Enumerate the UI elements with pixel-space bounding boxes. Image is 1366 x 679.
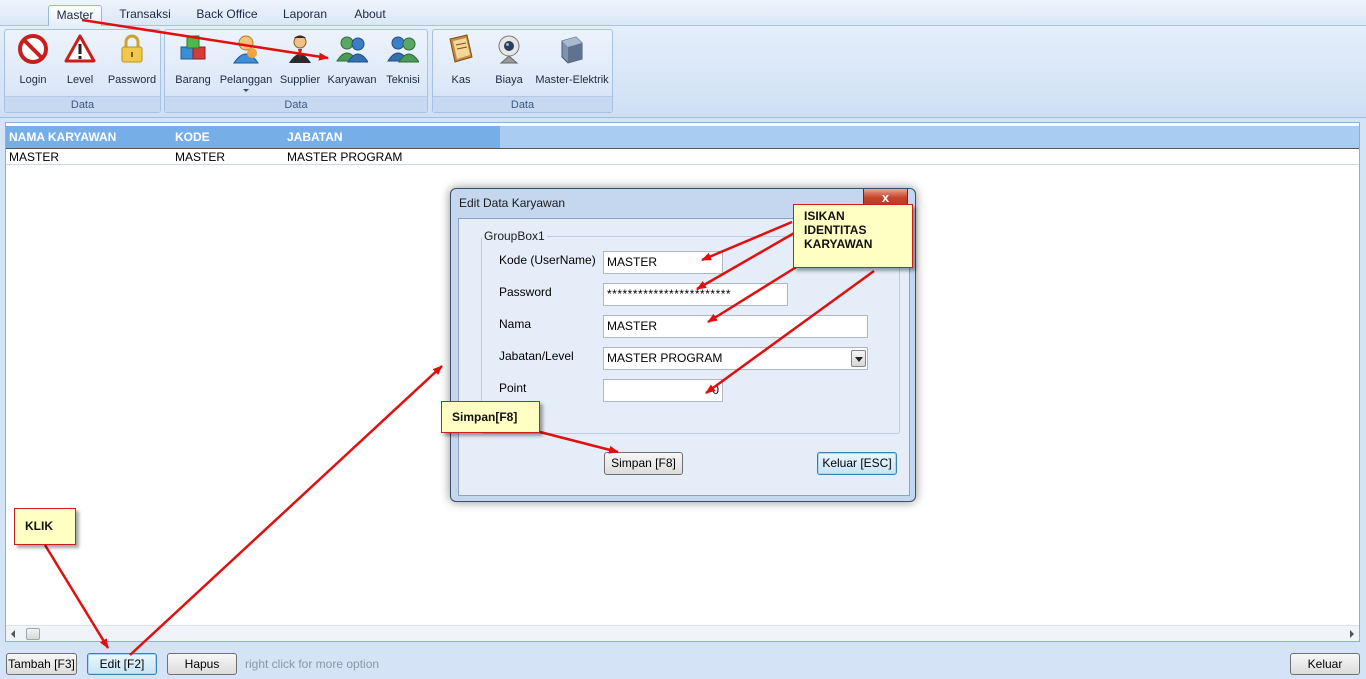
- ribbon-group-data-2: Barang Pelanggan Supplier Karyawan Tekni…: [164, 29, 428, 113]
- tab-back-office[interactable]: Back Office: [190, 5, 264, 26]
- barang-label: Barang: [175, 74, 211, 86]
- scroll-left-icon[interactable]: [11, 630, 15, 638]
- hapus-button[interactable]: Hapus [DEL]: [167, 653, 237, 679]
- biaya-button[interactable]: Biaya: [489, 33, 529, 93]
- electric-icon: [561, 36, 583, 64]
- teknisi-label: Teknisi: [386, 74, 420, 86]
- cell-jabatan: MASTER PROGRAM: [287, 150, 403, 164]
- simpan-button[interactable]: Simpan [F8]: [604, 452, 683, 475]
- password-field[interactable]: ************************: [603, 283, 788, 306]
- barang-button[interactable]: Barang: [170, 33, 216, 93]
- no-entry-icon: [18, 34, 48, 64]
- supplier-label: Supplier: [279, 74, 321, 86]
- tambah-button[interactable]: Tambah [F3]: [6, 653, 77, 675]
- tab-transaksi[interactable]: Transaksi: [114, 5, 176, 26]
- callout-line-1: ISIKAN: [804, 209, 845, 223]
- cell-kode: MASTER: [175, 150, 226, 164]
- grid-header: NAMA KARYAWAN KODE JABATAN: [6, 126, 1359, 148]
- tab-about[interactable]: About: [346, 5, 394, 26]
- callout-klik: KLIK: [14, 508, 76, 545]
- jabatan-select-value: MASTER PROGRAM: [607, 351, 723, 365]
- ribbon-group-label: Data: [433, 96, 612, 112]
- login-label: Login: [19, 74, 47, 86]
- dialog-title: Edit Data Karyawan: [459, 196, 566, 210]
- callout-line-2: IDENTITAS: [804, 223, 867, 237]
- ribbon-group-label: Data: [165, 96, 427, 112]
- level-button[interactable]: Level: [59, 33, 101, 93]
- login-button[interactable]: Login: [10, 33, 56, 93]
- master-elektrik-button[interactable]: Master-Elektrik: [535, 33, 609, 93]
- hint-text: right click for more option: [245, 657, 380, 671]
- ribbon-group-label: Data: [5, 96, 160, 112]
- column-header-kode[interactable]: KODE: [172, 126, 284, 148]
- callout-isikan-identitas: ISIKAN IDENTITAS KARYAWAN: [793, 204, 913, 268]
- kas-label: Kas: [451, 74, 471, 86]
- chevron-down-icon: [243, 89, 249, 92]
- kode-field[interactable]: MASTER: [603, 251, 723, 274]
- level-label: Level: [66, 74, 94, 86]
- biaya-label: Biaya: [495, 74, 523, 86]
- supplier-button[interactable]: Supplier: [277, 33, 323, 93]
- cell-nama-karyawan: MASTER: [9, 150, 60, 164]
- webcam-icon: [498, 35, 520, 64]
- column-header-jabatan[interactable]: JABATAN: [284, 126, 500, 148]
- ribbon: Login Level Password Data Barang Pelangg…: [0, 26, 1366, 118]
- teknisi-button[interactable]: Teknisi: [381, 33, 425, 93]
- table-row[interactable]: MASTER MASTER MASTER PROGRAM: [6, 148, 1359, 165]
- chevron-down-icon[interactable]: [851, 350, 866, 367]
- kas-button[interactable]: Kas: [441, 33, 481, 93]
- callout-line-3: KARYAWAN: [804, 237, 873, 251]
- technician-icon: [387, 36, 419, 63]
- nama-field[interactable]: MASTER: [603, 315, 868, 338]
- tab-laporan[interactable]: Laporan: [276, 5, 334, 26]
- scroll-right-icon[interactable]: [1350, 630, 1354, 638]
- password-field-label: Password: [499, 285, 552, 299]
- karyawan-label: Karyawan: [327, 74, 377, 86]
- password-button[interactable]: Password: [106, 33, 158, 93]
- pelanggan-label: Pelanggan: [219, 74, 273, 86]
- point-field[interactable]: 0: [603, 379, 723, 402]
- cubes-icon: [180, 35, 206, 60]
- supplier-icon: [289, 35, 311, 63]
- karyawan-button[interactable]: Karyawan: [325, 33, 379, 93]
- keluar-button[interactable]: Keluar [ESC]: [1290, 653, 1360, 679]
- lock-icon: [121, 34, 143, 63]
- ribbon-group-data-3: Kas Biaya Master-Elektrik Data: [432, 29, 613, 113]
- warning-icon: [64, 34, 96, 63]
- employees-icon: [336, 36, 368, 63]
- jabatan-label: Jabatan/Level: [499, 349, 574, 363]
- groupbox-title: GroupBox1: [482, 229, 547, 243]
- tab-master[interactable]: Master: [48, 5, 102, 26]
- kode-label: Kode (UserName): [499, 253, 596, 267]
- jabatan-select[interactable]: MASTER PROGRAM: [603, 347, 868, 370]
- edit-button[interactable]: Edit [F2]: [87, 653, 157, 675]
- customer-icon: [233, 35, 259, 64]
- menu-tab-strip: Master Transaksi Back Office Laporan Abo…: [0, 0, 1366, 26]
- password-label: Password: [107, 74, 157, 86]
- horizontal-scrollbar[interactable]: [6, 625, 1359, 641]
- callout-simpan: Simpan[F8]: [441, 401, 540, 433]
- nama-label: Nama: [499, 317, 532, 331]
- cash-book-icon: [449, 34, 473, 63]
- point-label: Point: [499, 381, 527, 395]
- ribbon-group-data-1: Login Level Password Data: [4, 29, 161, 113]
- master-elektrik-label: Master-Elektrik: [535, 74, 609, 86]
- dialog-keluar-button[interactable]: Keluar [ESC]: [817, 452, 897, 475]
- column-header-nama-karyawan[interactable]: NAMA KARYAWAN: [6, 126, 172, 148]
- scrollbar-thumb[interactable]: [26, 628, 40, 640]
- pelanggan-button[interactable]: Pelanggan: [219, 33, 273, 93]
